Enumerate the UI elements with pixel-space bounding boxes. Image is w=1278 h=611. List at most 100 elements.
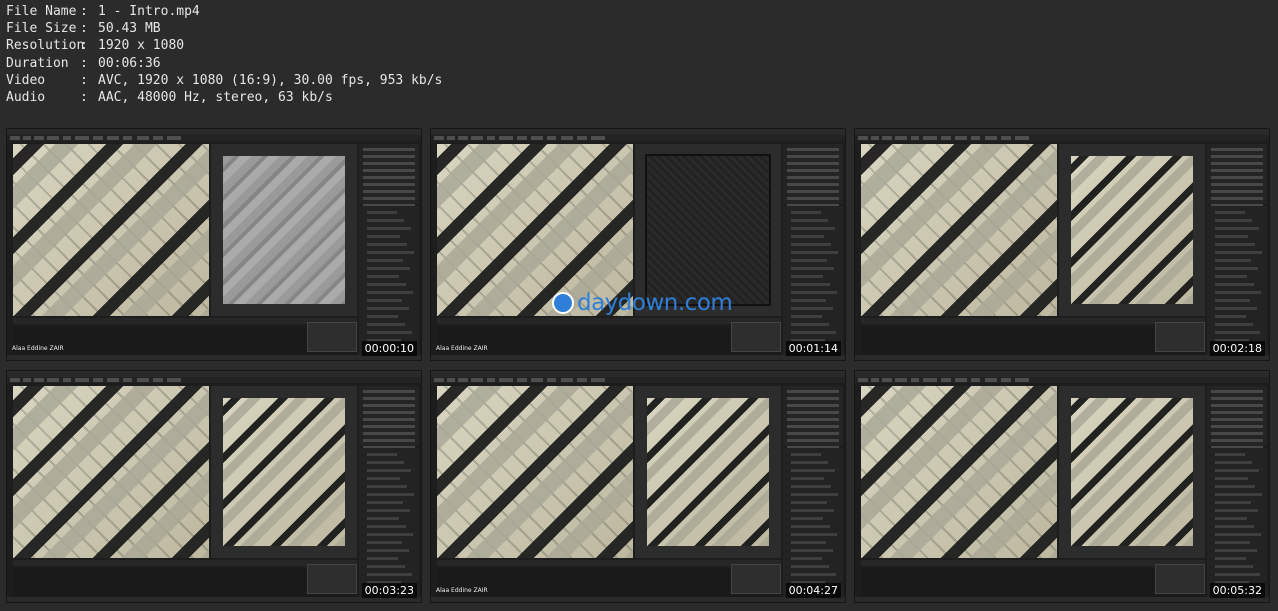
outliner-panel [783,144,843,207]
editor-header [13,318,357,324]
author-label: Alaa Eddine ZAIR [436,345,488,352]
reference-image-viewport [13,386,209,558]
watermark: daydown.com [552,290,733,316]
reference-image-viewport [437,386,633,558]
bottom-editor [861,568,1205,598]
editor-viewport [1059,144,1205,316]
status-bar [431,597,845,602]
editor-header [861,318,1205,324]
texture-preview [647,398,769,546]
operator-panel [1155,322,1205,352]
timestamp: 00:04:27 [785,583,841,598]
texture-preview [647,156,769,304]
timestamp: 00:05:32 [1209,583,1265,598]
video-thumbnail[interactable]: 00:05:32 [854,370,1270,603]
file-info-row: Audio : AAC, 48000 Hz, stereo, 63 kb/s [6,89,442,106]
reference-image-viewport [13,144,209,316]
menu-bar [431,377,845,383]
reference-image-viewport [861,386,1057,558]
editor-viewport [211,386,357,558]
status-bar [7,597,421,602]
video-thumbnail[interactable]: 00:02:18 [854,128,1270,361]
operator-panel [1155,564,1205,594]
video-thumbnail[interactable]: Alaa Eddine ZAIR 00:01:14 [430,128,846,361]
texture-preview [1071,156,1193,304]
file-size-value: 50.43 MB [98,21,161,37]
status-bar [431,355,845,360]
outliner-panel [359,386,419,449]
editor-viewport [1059,386,1205,558]
file-size-label: File Size [6,21,77,37]
operator-panel [731,564,781,594]
file-name-label: File Name [6,4,77,19]
menu-bar [431,135,845,141]
bottom-editor [13,568,357,598]
editor-viewport [635,386,781,558]
bottom-editor [437,568,781,598]
operator-panel [731,322,781,352]
audio-label: Audio [6,90,46,106]
reference-image-viewport [861,144,1057,316]
operator-panel [307,564,357,594]
resolution-value: 1920 x 1080 [98,38,185,54]
menu-bar [7,377,421,383]
video-thumbnail[interactable]: Alaa Eddine ZAIR 00:00:10 [6,128,422,361]
file-info-row: Duration : 00:06:36 [6,55,442,72]
watermark-text: daydown.com [577,290,733,316]
editor-header [861,560,1205,566]
separator: : [80,90,88,106]
timestamp: 00:00:10 [361,341,417,356]
bottom-editor [437,326,781,356]
bottom-editor [861,326,1205,356]
outliner-panel [1207,386,1267,449]
status-bar [855,355,1269,360]
properties-panel [783,448,843,598]
video-label: Video [6,72,46,88]
properties-panel [1207,206,1267,356]
status-bar [7,355,421,360]
video-value: AVC, 1920 x 1080 (16:9), 30.00 fps, 953 … [98,72,443,88]
editor-header [13,560,357,566]
resolution-label: Resolution [6,38,85,54]
timestamp: 00:01:14 [785,341,841,356]
properties-panel [1207,448,1267,598]
timestamp: 00:02:18 [1209,341,1265,356]
editor-header [437,318,781,324]
author-label: Alaa Eddine ZAIR [12,345,64,352]
outliner-panel [783,386,843,449]
properties-panel [783,206,843,356]
properties-panel [359,448,419,598]
editor-viewport [211,144,357,316]
file-info-row: File Size : 50.43 MB [6,20,442,37]
operator-panel [307,322,357,352]
status-bar [855,597,1269,602]
bottom-editor [13,326,357,356]
texture-preview [223,398,345,546]
video-thumbnail[interactable]: Alaa Eddine ZAIR 00:04:27 [430,370,846,603]
separator: : [80,4,88,19]
texture-preview [223,156,345,304]
properties-panel [359,206,419,356]
file-info-row: File Name : 1 - Intro.mp4 [6,3,442,20]
menu-bar [855,377,1269,383]
daydown-logo-icon [552,292,574,314]
video-thumbnail[interactable]: 00:03:23 [6,370,422,603]
menu-bar [855,135,1269,141]
timestamp: 00:03:23 [361,583,417,598]
author-label: Alaa Eddine ZAIR [436,587,488,594]
audio-value: AAC, 48000 Hz, stereo, 63 kb/s [98,90,333,106]
separator: : [80,38,88,54]
editor-header [437,560,781,566]
outliner-panel [359,144,419,207]
separator: : [80,21,88,37]
file-name-value: 1 - Intro.mp4 [98,4,200,19]
menu-bar [7,135,421,141]
separator: : [80,55,88,71]
duration-value: 00:06:36 [98,55,161,71]
file-info-row: Resolution : 1920 x 1080 [6,37,442,54]
file-info: File Name : 1 - Intro.mp4 File Size : 50… [6,3,442,106]
separator: : [80,72,88,88]
outliner-panel [1207,144,1267,207]
file-info-row: Video : AVC, 1920 x 1080 (16:9), 30.00 f… [6,72,442,89]
duration-label: Duration [6,55,69,71]
